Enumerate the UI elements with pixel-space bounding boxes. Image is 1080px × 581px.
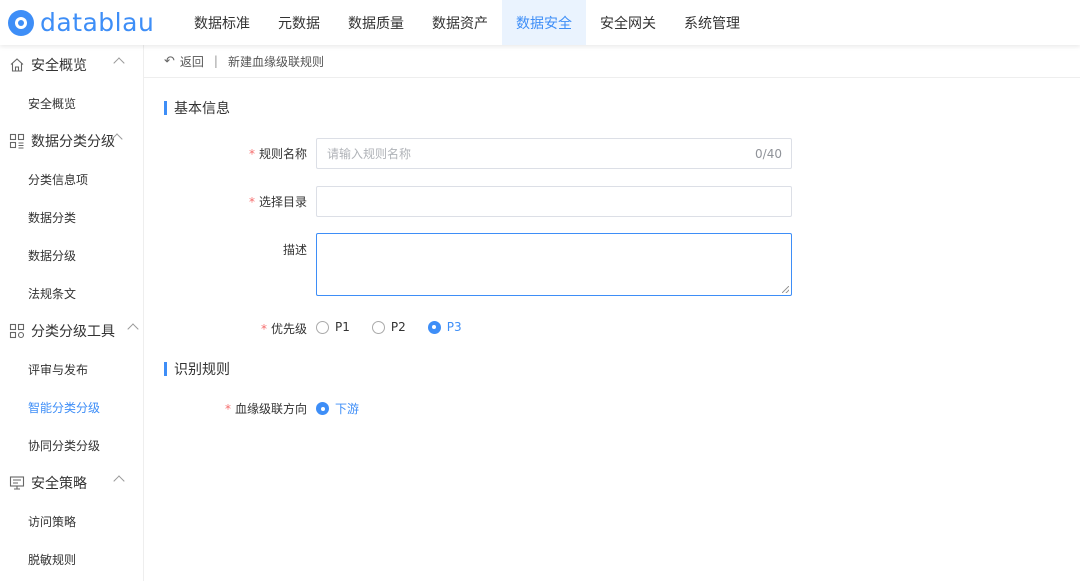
sidebar-group-classification-tools[interactable]: 分类分级工具 <box>0 312 143 350</box>
back-arrow-icon: ↶ <box>164 53 175 69</box>
sidebar-group-label: 安全概览 <box>31 58 87 74</box>
sidebar-item-review-publish[interactable]: 评审与发布 <box>0 350 143 388</box>
section-title-text: 识别规则 <box>174 362 230 378</box>
chevron-up-icon[interactable] <box>127 323 139 335</box>
lineage-radio-downstream[interactable]: 下游 <box>316 400 359 417</box>
top-navigation-bar: datablau 数据标准 元数据 数据质量 数据资产 数据安全 安全网关 系统… <box>0 0 1080 45</box>
section-accent-bar <box>164 101 167 115</box>
sidebar-item-classification-info[interactable]: 分类信息项 <box>0 160 143 198</box>
section-accent-bar <box>164 362 167 376</box>
required-mark: * <box>248 147 255 161</box>
required-mark: * <box>260 322 267 336</box>
main-content: ↶ 返回 | 新建血缘级联规则 基本信息 *规则名称 0/40 *选择目录 描述… <box>144 45 1080 581</box>
radio-label: P3 <box>446 320 462 334</box>
sidebar-item-security-overview[interactable]: 安全概览 <box>0 84 143 122</box>
sidebar-item-data-grading[interactable]: 数据分级 <box>0 236 143 274</box>
priority-label: * 优先级 <box>204 320 307 337</box>
chevron-up-icon[interactable] <box>113 475 125 487</box>
sidebar-group-security-policy[interactable]: 安全策略 <box>0 464 143 502</box>
nav-item-system-management[interactable]: 系统管理 <box>670 0 754 45</box>
grid-icon <box>8 132 26 150</box>
sidebar-group-security-overview[interactable]: 安全概览 <box>0 46 143 84</box>
nav-item-data-standard[interactable]: 数据标准 <box>180 0 264 45</box>
sidebar-group-label: 安全策略 <box>31 476 87 492</box>
radio-circle-icon <box>316 320 329 334</box>
catalog-label-text: 选择目录 <box>258 195 307 209</box>
lineage-direction-label-text: 血缘级联方向 <box>234 402 307 416</box>
radio-label: P2 <box>390 320 406 334</box>
sidebar-item-collaborative-classification[interactable]: 协同分类分级 <box>0 426 143 464</box>
home-icon <box>8 56 26 74</box>
catalog-input[interactable] <box>317 187 791 216</box>
catalog-select[interactable] <box>316 186 792 217</box>
priority-radio-group: P1 P2 P3 <box>316 320 484 334</box>
nav-item-security-gateway[interactable]: 安全网关 <box>586 0 670 45</box>
rule-name-input[interactable] <box>317 139 791 168</box>
sidebar-item-data-classify[interactable]: 数据分类 <box>0 198 143 236</box>
chevron-up-icon[interactable] <box>113 57 125 69</box>
priority-label-text: 优先级 <box>270 322 307 336</box>
sidebar-group-data-classification[interactable]: 数据分类分级 <box>0 122 143 160</box>
radio-label: 下游 <box>335 402 360 416</box>
nav-item-metadata[interactable]: 元数据 <box>264 0 334 45</box>
rule-name-field[interactable]: 0/40 <box>316 138 792 169</box>
nav-item-data-quality[interactable]: 数据质量 <box>334 0 418 45</box>
section-basic-info: 基本信息 <box>164 100 230 117</box>
sidebar-item-regulations[interactable]: 法规条文 <box>0 274 143 312</box>
description-label: 描述 <box>282 243 307 257</box>
required-mark: * <box>248 195 255 209</box>
rule-name-label-text: 规则名称 <box>258 147 307 161</box>
breadcrumb: ↶ 返回 | 新建血缘级联规则 <box>144 45 1080 78</box>
app-logo[interactable]: datablau <box>0 0 180 45</box>
char-counter: 0/40 <box>755 147 782 161</box>
breadcrumb-separator: | <box>213 54 218 68</box>
catalog-label: * 选择目录 <box>204 193 307 210</box>
radio-label: P1 <box>335 320 350 334</box>
back-label: 返回 <box>179 54 204 69</box>
nav-item-data-security[interactable]: 数据安全 <box>502 0 586 45</box>
sidebar-item-smart-classification[interactable]: 智能分类分级 <box>0 388 143 426</box>
section-title-text: 基本信息 <box>174 101 230 117</box>
section-identify-rules: 识别规则 <box>164 361 230 378</box>
priority-radio-p2[interactable]: P2 <box>371 320 406 334</box>
lineage-direction-label: * 血缘级联方向 <box>184 400 307 417</box>
sidebar-item-masking-rules[interactable]: 脱敏规则 <box>0 540 143 578</box>
radio-circle-icon <box>371 320 385 334</box>
nav-item-data-assets[interactable]: 数据资产 <box>418 0 502 45</box>
breadcrumb-current: 新建血缘级联规则 <box>227 54 324 69</box>
sidebar: 安全概览 安全概览 数据分类分级 分类信息项 数据分类 数据分级 法规条文 分类… <box>0 45 144 581</box>
priority-radio-p1[interactable]: P1 <box>316 320 350 334</box>
logo-icon <box>8 9 34 36</box>
description-input[interactable] <box>317 234 791 295</box>
tool-icon <box>8 322 26 340</box>
lineage-direction-radio-group: 下游 <box>316 400 381 417</box>
rule-name-label: * 规则名称 <box>204 145 307 162</box>
sidebar-item-access-policy[interactable]: 访问策略 <box>0 502 143 540</box>
sidebar-group-label: 数据分类分级 <box>31 134 115 150</box>
monitor-icon <box>8 474 26 492</box>
radio-checked-icon <box>316 402 329 415</box>
sidebar-group-label: 分类分级工具 <box>31 324 115 340</box>
description-textarea[interactable] <box>316 233 792 296</box>
back-button[interactable]: ↶ 返回 <box>164 53 204 70</box>
resize-handle-icon[interactable] <box>782 286 789 293</box>
priority-radio-p3[interactable]: P3 <box>427 320 462 334</box>
radio-checked-icon <box>427 320 441 334</box>
logo-text: datablau <box>40 8 155 37</box>
required-mark: * <box>224 402 231 416</box>
main-nav: 数据标准 元数据 数据质量 数据资产 数据安全 安全网关 系统管理 <box>180 0 754 45</box>
